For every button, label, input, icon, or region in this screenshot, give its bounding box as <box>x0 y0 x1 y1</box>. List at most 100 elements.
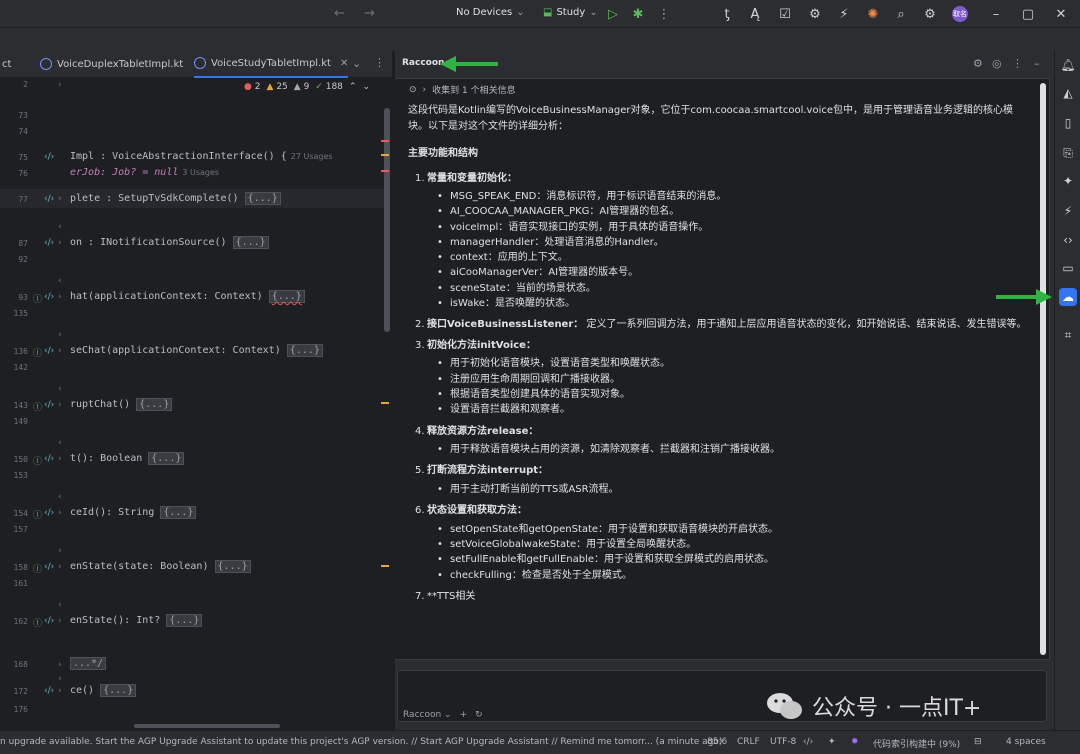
maximize-icon[interactable]: ▢ <box>1019 5 1037 23</box>
plugin-ai-icon[interactable]: ⚡ <box>1059 202 1077 220</box>
override-icon[interactable]: Ⓘ <box>33 616 42 629</box>
ai-spark-icon[interactable]: ✺ <box>864 5 882 23</box>
fold-arrow-icon[interactable]: ‹ <box>58 330 62 340</box>
implementation-icon[interactable]: ‹/› <box>44 238 54 248</box>
history-icon[interactable]: ↻ <box>475 710 483 720</box>
weak-warning-count[interactable]: ▲ 9 <box>294 82 310 92</box>
error-marker[interactable] <box>381 170 389 172</box>
fold-arrow-icon[interactable]: ‹ <box>58 674 62 684</box>
warning-marker[interactable] <box>381 402 389 404</box>
qr-icon[interactable]: ⌗ <box>1059 326 1077 344</box>
fold-arrow-icon[interactable]: ‹ <box>58 492 62 502</box>
add-icon[interactable]: + <box>460 710 468 720</box>
fold-arrow-icon[interactable]: ‹ <box>58 222 62 232</box>
fold-arrow-icon[interactable]: › <box>58 80 62 90</box>
back-arrow-icon[interactable]: ← <box>334 6 345 21</box>
implementation-icon[interactable]: ‹/› <box>44 508 54 518</box>
checklist-icon[interactable]: ☑ <box>776 5 794 23</box>
avatar[interactable]: 取名 <box>952 6 968 22</box>
file-encoding[interactable]: UTF-8 <box>770 737 796 747</box>
minimize-icon[interactable]: – <box>987 5 1005 23</box>
fold-arrow-icon[interactable]: ‹ <box>58 276 62 286</box>
expand-arrow-icon[interactable]: ⊙ <box>409 85 417 95</box>
more-tabs-icon[interactable]: ⋮ <box>374 56 385 69</box>
more-actions-icon[interactable]: ⋮ <box>655 5 673 23</box>
chevron-up-icon[interactable]: ⌃ <box>349 82 357 92</box>
fold-arrow-icon[interactable]: › <box>58 562 62 572</box>
fold-arrow-icon[interactable]: › <box>58 400 62 410</box>
fold-arrow-icon[interactable]: › <box>58 454 62 464</box>
fold-arrow-icon[interactable]: › <box>58 508 62 518</box>
indent-setting[interactable]: 4 spaces <box>1006 737 1046 747</box>
device-selector[interactable]: No Devices ⌄ <box>456 7 525 18</box>
more-options-icon[interactable]: ⋮ <box>1012 57 1023 70</box>
implementation-icon[interactable]: ‹/› <box>44 562 54 572</box>
error-count[interactable]: ● 2 <box>244 82 260 92</box>
file-icon[interactable]: ⎘ <box>1059 144 1077 162</box>
implementation-icon[interactable]: ‹/› <box>44 454 54 464</box>
settings-icon[interactable]: ⚙ <box>921 5 939 23</box>
override-icon[interactable]: Ⓘ <box>33 346 42 359</box>
ai-status-icon[interactable]: ✦ <box>828 737 836 747</box>
implementation-icon[interactable]: ‹/› <box>44 616 54 626</box>
settings-icon[interactable]: ⚙ <box>973 57 983 70</box>
ok-count[interactable]: ✓ 188 <box>315 82 343 92</box>
references-summary[interactable]: ⊙ › 收集到 1 个相关信息 <box>409 83 516 97</box>
override-icon[interactable]: Ⓘ <box>33 454 42 467</box>
override-icon[interactable]: Ⓘ <box>33 400 42 413</box>
implementation-icon[interactable]: ‹/› <box>44 152 54 162</box>
override-icon[interactable]: Ⓘ <box>33 562 42 575</box>
run-icon[interactable]: ▷ <box>604 5 622 23</box>
override-icon[interactable]: Ⓘ <box>33 292 42 305</box>
device-manager-icon[interactable]: ▯ <box>1059 114 1077 132</box>
raccoon-icon[interactable]: ☁ <box>1059 288 1077 306</box>
chat-area[interactable]: ⊙ › 收集到 1 个相关信息 这段代码是Kotlin编写的VoiceBusin… <box>395 78 1050 660</box>
fold-arrow-icon[interactable]: › <box>58 616 62 626</box>
implementation-icon[interactable]: ‹/› <box>44 194 54 204</box>
tab-voice-study[interactable]: VoiceStudyTabletImpl.kt ✕ <box>194 50 349 78</box>
plugin-status-icon[interactable]: ✸ <box>851 737 859 747</box>
error-marker[interactable] <box>381 140 389 142</box>
fold-arrow-icon[interactable]: › <box>58 292 62 302</box>
tab-partial[interactable]: ct <box>2 50 11 78</box>
spellcheck-icon[interactable]: Ą <box>746 5 764 23</box>
debug-icon[interactable]: ✱ <box>629 5 647 23</box>
cursor-position[interactable]: 85:6 <box>707 737 727 747</box>
inspection-widget[interactable]: ● 2 ▲ 25 ▲ 9 ✓ 188 ⌃ ⌄ <box>244 82 370 92</box>
minimize-panel-icon[interactable]: – <box>1034 57 1040 70</box>
plugin-icon[interactable]: ⚡ <box>835 5 853 23</box>
fold-arrow-icon[interactable]: ‹ <box>58 600 62 610</box>
implementation-icon[interactable]: ‹/› <box>44 686 54 696</box>
gemini-icon[interactable]: ✦ <box>1059 172 1077 190</box>
fold-arrow-icon[interactable]: › <box>58 660 62 670</box>
implementation-icon[interactable]: ‹/› <box>44 400 54 410</box>
notifications-icon[interactable]: 🔔︎ <box>1059 56 1077 74</box>
agent-selector[interactable]: Raccoon ⌄ <box>403 710 452 720</box>
close-tab-icon[interactable]: ✕ <box>340 58 348 69</box>
run-config-selector[interactable]: ⬓ Study ⌄ <box>543 7 598 18</box>
gradle-icon[interactable]: ◭ <box>1059 84 1077 102</box>
implementation-icon[interactable]: ‹/› <box>44 292 54 302</box>
code-editor[interactable]: ● 2 ▲ 25 ▲ 9 ✓ 188 ⌃ ⌄ 2 › 73 74 75 ‹/› … <box>0 78 392 730</box>
code-vision-icon[interactable]: ‹/› <box>803 737 813 747</box>
warning-count[interactable]: ▲ 25 <box>267 82 288 92</box>
horizontal-scrollbar[interactable] <box>134 724 280 728</box>
fold-arrow-icon[interactable]: › <box>58 686 62 696</box>
warning-marker[interactable] <box>381 154 389 156</box>
tab-voice-duplex[interactable]: VoiceDuplexTabletImpl.kt <box>40 50 183 78</box>
chevron-down-icon[interactable]: ⌄ <box>362 82 370 92</box>
code-icon[interactable]: ‹› <box>1059 231 1077 249</box>
fold-arrow-icon[interactable]: › <box>58 346 62 356</box>
line-separator[interactable]: CRLF <box>737 737 760 747</box>
fold-arrow-icon[interactable]: › <box>58 238 62 248</box>
fold-arrow-icon[interactable]: ‹ <box>58 546 62 556</box>
bug-icon[interactable]: ⚙ <box>806 5 824 23</box>
fold-arrow-icon[interactable]: ‹ <box>58 384 62 394</box>
warning-marker[interactable] <box>381 565 389 567</box>
status-message[interactable]: n upgrade available. Start the AGP Upgra… <box>0 737 722 747</box>
help-icon[interactable]: ◎ <box>992 57 1002 70</box>
implementation-icon[interactable]: ‹/› <box>44 346 54 356</box>
indexing-status[interactable]: 代码索引构建中 (9%) <box>873 737 960 750</box>
progress-icon[interactable]: ⊟ <box>974 737 982 747</box>
chevron-down-icon[interactable]: ⌄ <box>352 57 361 70</box>
